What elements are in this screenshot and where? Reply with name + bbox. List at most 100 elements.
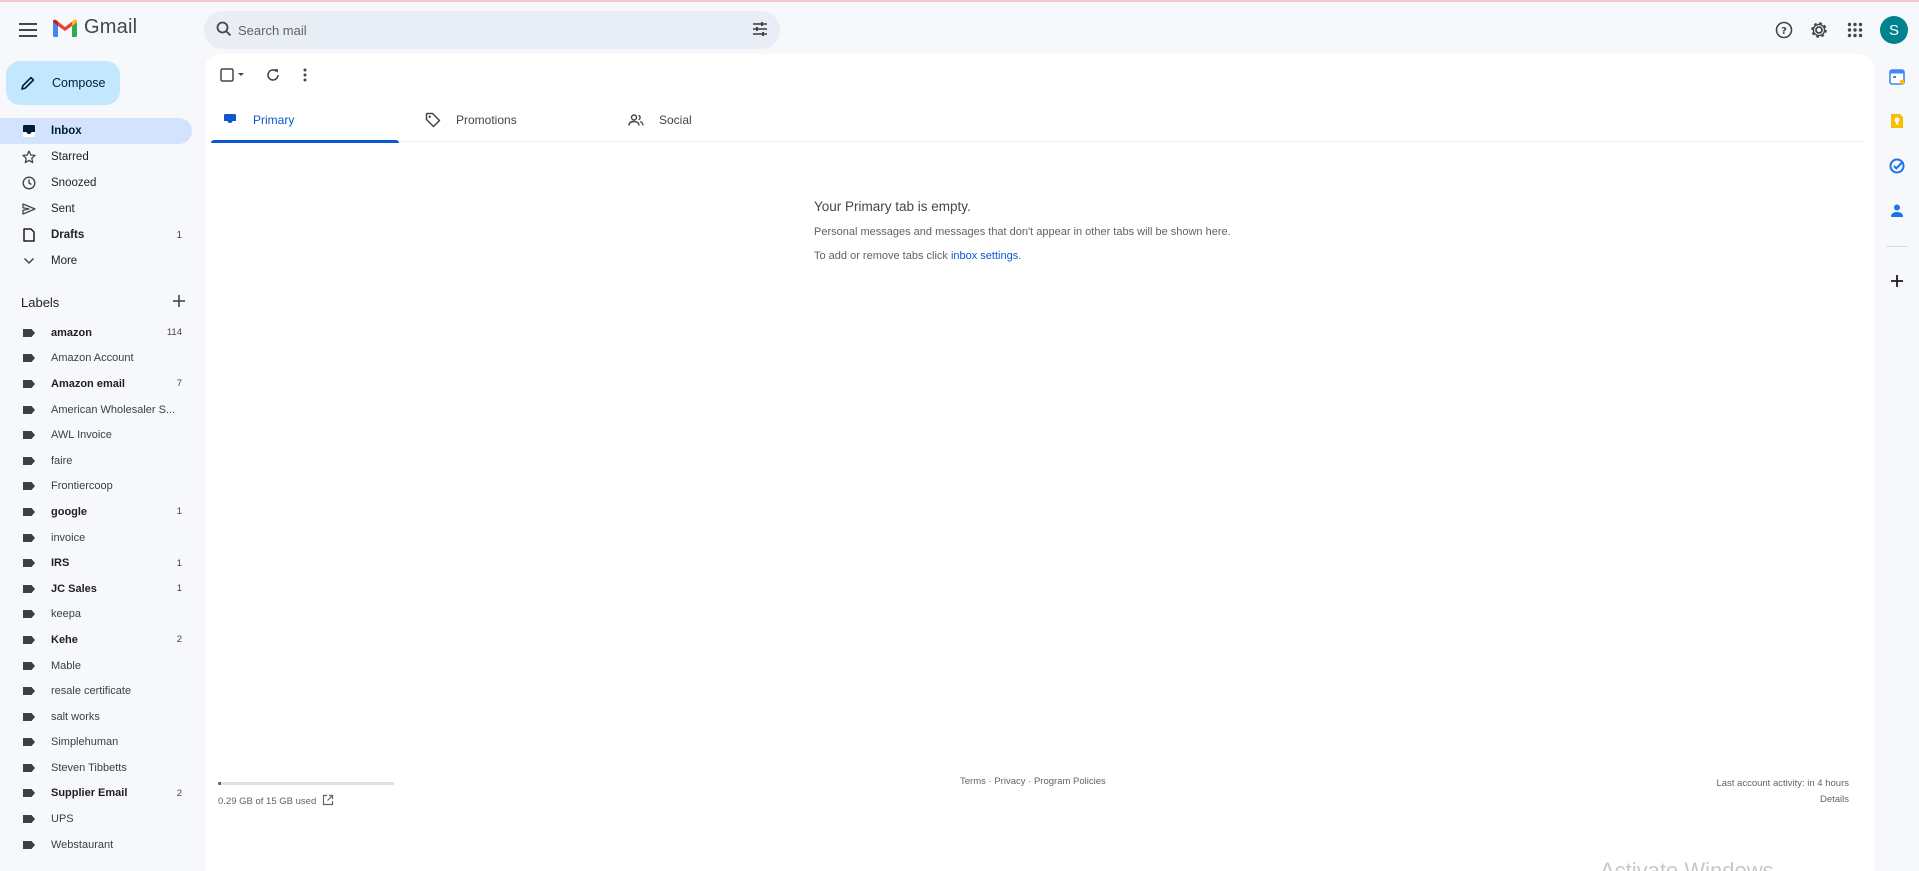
- search-input[interactable]: [238, 11, 718, 49]
- tab-primary[interactable]: Primary: [211, 98, 399, 143]
- plus-icon: [173, 295, 185, 307]
- terms-link[interactable]: Terms: [960, 776, 986, 787]
- keep-icon: [1891, 114, 1903, 128]
- label-icon: [22, 405, 36, 415]
- refresh-button[interactable]: [263, 65, 283, 85]
- tune-icon[interactable]: [752, 21, 768, 42]
- label-name: UPS: [51, 813, 74, 826]
- separator: ·: [1025, 776, 1034, 787]
- label-name: Frontiercoop: [51, 480, 113, 493]
- star-icon: [22, 150, 36, 164]
- label-item[interactable]: UPS: [0, 806, 192, 832]
- label-name: IRS: [51, 557, 70, 570]
- label-name: keepa: [51, 608, 81, 621]
- main-menu-button[interactable]: [8, 12, 48, 52]
- label-icon: [22, 328, 36, 338]
- label-item[interactable]: IRS 1: [0, 550, 192, 576]
- label-item[interactable]: keepa: [0, 602, 192, 628]
- label-item[interactable]: salt works: [0, 704, 192, 730]
- search-icon[interactable]: [216, 21, 232, 42]
- inbox-icon: [221, 111, 239, 129]
- label-item[interactable]: google 1: [0, 499, 192, 525]
- label-item[interactable]: Steven Tibbetts: [0, 755, 192, 781]
- sidebar-item-label: Starred: [51, 151, 89, 163]
- label-name: resale certificate: [51, 685, 132, 698]
- label-item[interactable]: Mable: [0, 653, 192, 679]
- menu-icon: [19, 22, 37, 42]
- hint-suffix: .: [1018, 250, 1022, 262]
- label-name: Webstaurant: [51, 838, 114, 851]
- label-item[interactable]: American Wholesaler S...: [0, 397, 192, 423]
- contacts-app-button[interactable]: [1884, 198, 1910, 224]
- empty-description: Personal messages and messages that don'…: [814, 226, 1231, 238]
- contacts-icon: [1891, 204, 1903, 217]
- label-item[interactable]: Webstaurant: [0, 832, 192, 858]
- unread-count: 1: [176, 229, 182, 241]
- empty-settings-hint: To add or remove tabs click inbox settin…: [814, 250, 1314, 262]
- tasks-app-button[interactable]: [1884, 153, 1910, 179]
- activation-watermark: Activate Windows: [1600, 858, 1774, 871]
- create-label-button[interactable]: [172, 294, 186, 311]
- storage-info: 0.29 GB of 15 GB used: [218, 794, 334, 809]
- label-item[interactable]: Frontiercoop: [0, 474, 192, 500]
- inbox-settings-link[interactable]: inbox settings: [951, 250, 1018, 262]
- help-button[interactable]: ?: [1772, 18, 1796, 42]
- labels-list: amazon 114 Amazon Account Amazon email 7 Amer…: [0, 320, 192, 857]
- header: Gmail ? S: [0, 2, 1919, 54]
- sidebar-item-starred[interactable]: Starred: [0, 144, 192, 170]
- label-item[interactable]: resale certificate: [0, 678, 192, 704]
- label-item[interactable]: invoice: [0, 525, 192, 551]
- sidebar-item-inbox[interactable]: Inbox: [0, 118, 192, 144]
- keep-app-button[interactable]: [1884, 108, 1910, 134]
- label-item[interactable]: faire: [0, 448, 192, 474]
- people-icon: [627, 111, 645, 129]
- select-all-checkbox[interactable]: [219, 65, 247, 85]
- sidebar-item-snoozed[interactable]: Snoozed: [0, 170, 192, 196]
- get-addons-button[interactable]: [1884, 268, 1910, 294]
- label-item[interactable]: Kehe 2: [0, 627, 192, 653]
- label-name: Simplehuman: [51, 736, 119, 749]
- sidebar-item-label: Snoozed: [51, 177, 97, 189]
- label-icon: [22, 686, 36, 696]
- label-icon: [22, 558, 36, 568]
- label-item[interactable]: amazon 114: [0, 320, 192, 346]
- compose-button[interactable]: Compose: [6, 61, 120, 105]
- label-item[interactable]: AWL Invoice: [0, 422, 192, 448]
- search-bar[interactable]: [204, 11, 780, 49]
- label-icon: [22, 788, 36, 798]
- sidebar-item-drafts[interactable]: Drafts 1: [0, 222, 192, 248]
- account-avatar[interactable]: S: [1880, 16, 1908, 44]
- apps-icon: [1847, 22, 1863, 38]
- privacy-link[interactable]: Privacy: [994, 776, 1025, 787]
- label-name: salt works: [51, 710, 100, 723]
- label-item[interactable]: Simplehuman: [0, 730, 192, 756]
- label-icon: [22, 712, 36, 722]
- compose-label: Compose: [52, 76, 106, 90]
- details-link[interactable]: Details: [1716, 792, 1849, 808]
- pencil-icon: [21, 76, 35, 90]
- label-item[interactable]: Amazon Account: [0, 346, 192, 372]
- calendar-app-button[interactable]: [1884, 64, 1910, 90]
- tab-promotions[interactable]: Promotions: [414, 98, 602, 142]
- gmail-logo[interactable]: Gmail: [52, 16, 137, 39]
- sidebar-item-label: Inbox: [51, 125, 82, 137]
- label-item[interactable]: Supplier Email 2: [0, 781, 192, 807]
- more-options-button[interactable]: [295, 65, 315, 85]
- unread-count: 1: [176, 583, 182, 595]
- label-item[interactable]: JC Sales 1: [0, 576, 192, 602]
- apps-button[interactable]: [1843, 18, 1867, 42]
- tab-social[interactable]: Social: [617, 98, 805, 142]
- gmail-logo-icon: [53, 19, 77, 37]
- manage-storage-button[interactable]: [322, 794, 334, 809]
- label-item[interactable]: Amazon email 7: [0, 371, 192, 397]
- settings-button[interactable]: [1807, 18, 1831, 42]
- sidebar-item-more[interactable]: More: [0, 248, 192, 274]
- sidebar-item-sent[interactable]: Sent: [0, 196, 192, 222]
- calendar-icon: [1889, 69, 1905, 85]
- label-icon: [22, 814, 36, 824]
- program-policies-link[interactable]: Program Policies: [1034, 776, 1106, 787]
- label-icon: [22, 379, 36, 389]
- main-panel: Primary Promotions Social Your Primary t…: [205, 54, 1874, 871]
- app-name: Gmail: [84, 16, 138, 38]
- label-icon: [22, 661, 36, 671]
